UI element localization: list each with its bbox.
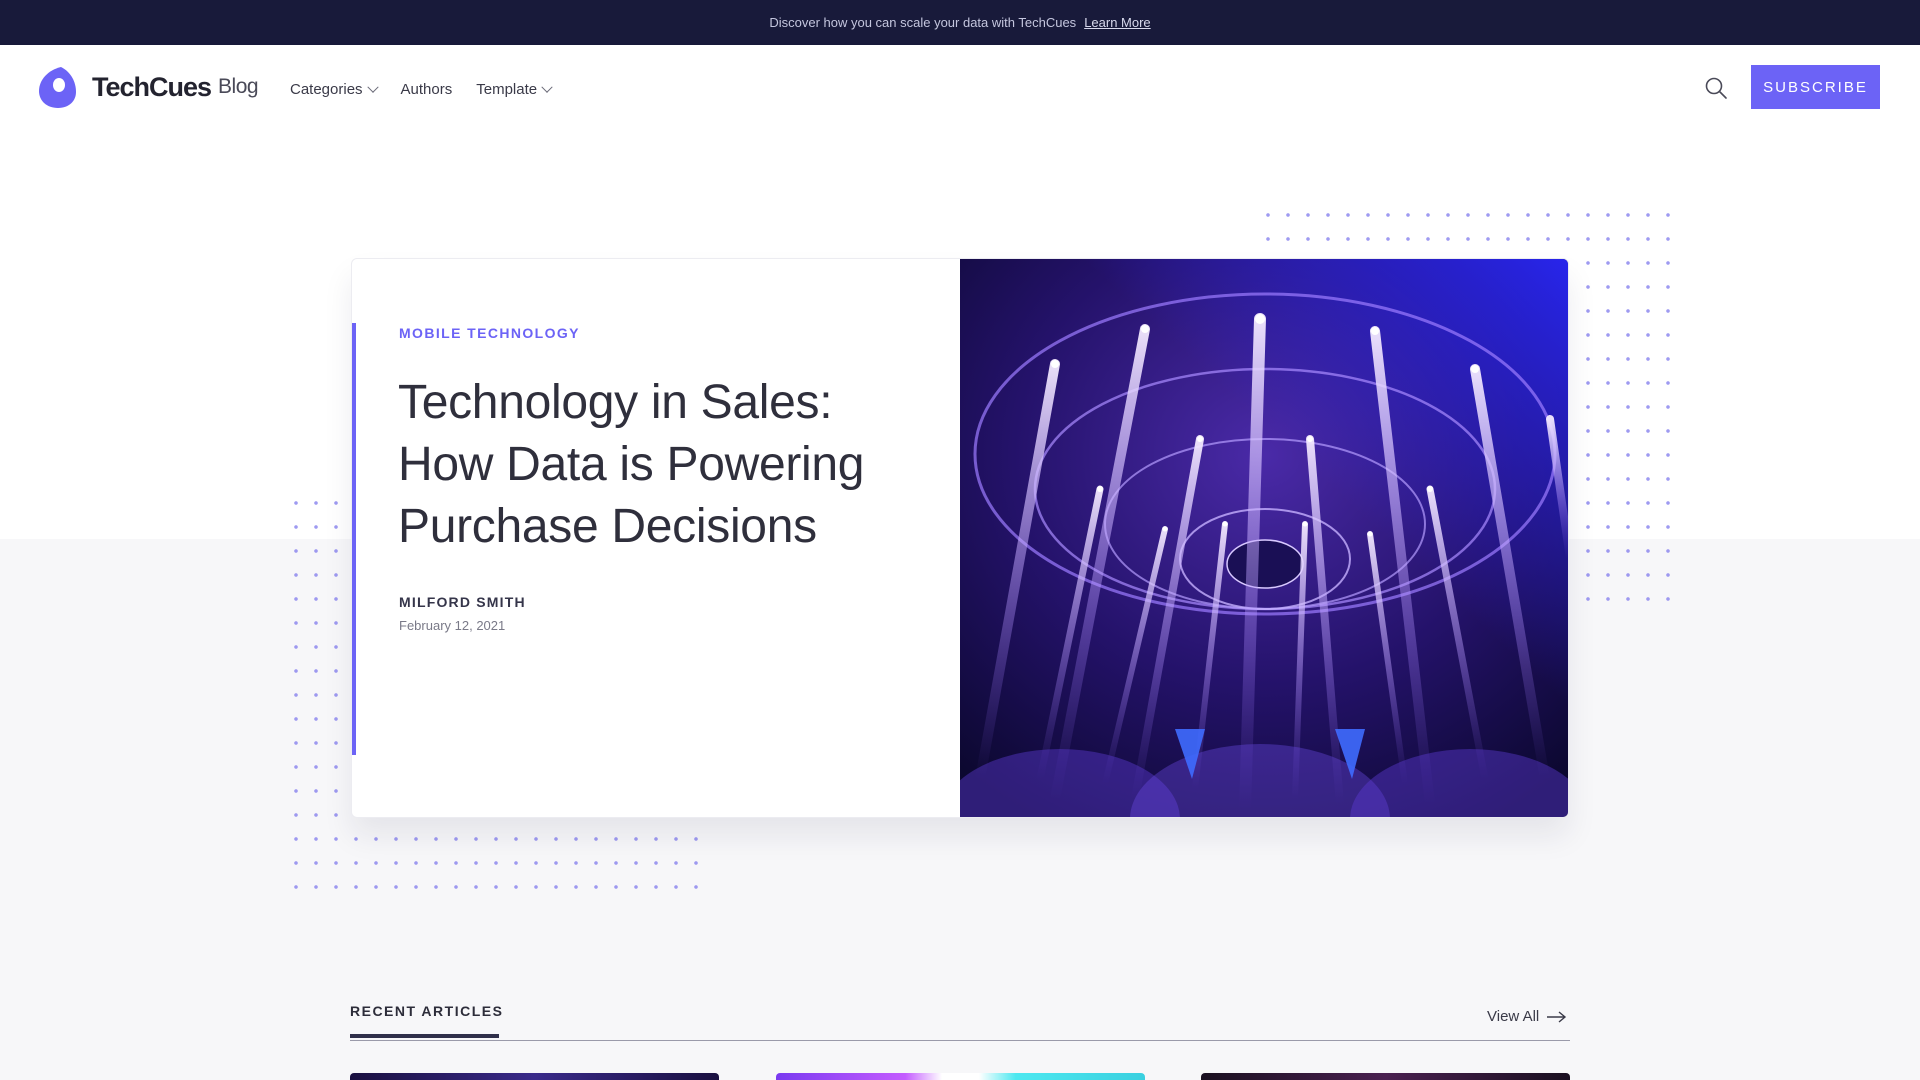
article-thumbnail[interactable] [776, 1073, 1145, 1080]
announcement-bar: Discover how you can scale your data wit… [0, 0, 1920, 45]
dot-pattern-bottom-left [286, 827, 706, 891]
announcement-text: Discover how you can scale your data wit… [769, 15, 1077, 30]
view-all-link[interactable]: View All [1487, 1008, 1567, 1025]
article-title[interactable]: Technology in Sales: How Data is Powerin… [398, 372, 918, 558]
learn-more-link[interactable]: Learn More [1084, 15, 1150, 30]
logo[interactable]: TechCues Blog [39, 66, 259, 108]
search-icon[interactable] [1704, 76, 1728, 100]
article-category[interactable]: MOBILE TECHNOLOGY [399, 325, 580, 341]
subscribe-button[interactable]: SUBSCRIBE [1751, 65, 1880, 109]
article-author[interactable]: MILFORD SMITH [399, 594, 526, 610]
brand-sub: Blog [218, 75, 259, 98]
section-divider [350, 1040, 1570, 1041]
article-thumbnail[interactable] [350, 1073, 719, 1080]
nav-template-label: Template [476, 81, 538, 98]
brand-name: TechCues [92, 71, 212, 102]
featured-article-card[interactable]: MOBILE TECHNOLOGY Technology in Sales: H… [351, 258, 1569, 818]
nav-authors-label: Authors [400, 81, 453, 98]
chevron-down-icon [366, 81, 379, 93]
article-date: February 12, 2021 [399, 618, 506, 633]
nav-categories[interactable]: Categories [290, 81, 379, 98]
heading-underline [350, 1034, 499, 1038]
chevron-down-icon [541, 81, 553, 93]
nav-template[interactable]: Template [476, 81, 553, 98]
accent-bar [352, 323, 356, 755]
site-header: TechCues Blog Categories Authors Templat… [0, 45, 1920, 129]
dot-pattern-left [286, 491, 346, 831]
view-all-label: View All [1487, 1008, 1540, 1025]
nav-authors[interactable]: Authors [401, 81, 453, 98]
article-thumbnail[interactable] [1201, 1073, 1570, 1080]
main-nav: Categories Authors Template [290, 81, 553, 98]
dot-pattern-right [1578, 251, 1678, 611]
recent-articles-heading: RECENT ARTICLES [350, 1003, 504, 1019]
nav-categories-label: Categories [290, 81, 363, 98]
arrow-right-icon [1547, 1010, 1567, 1023]
logo-mark-icon [39, 67, 76, 108]
article-image[interactable] [960, 259, 1569, 818]
dot-pattern-top-right [1258, 203, 1678, 253]
